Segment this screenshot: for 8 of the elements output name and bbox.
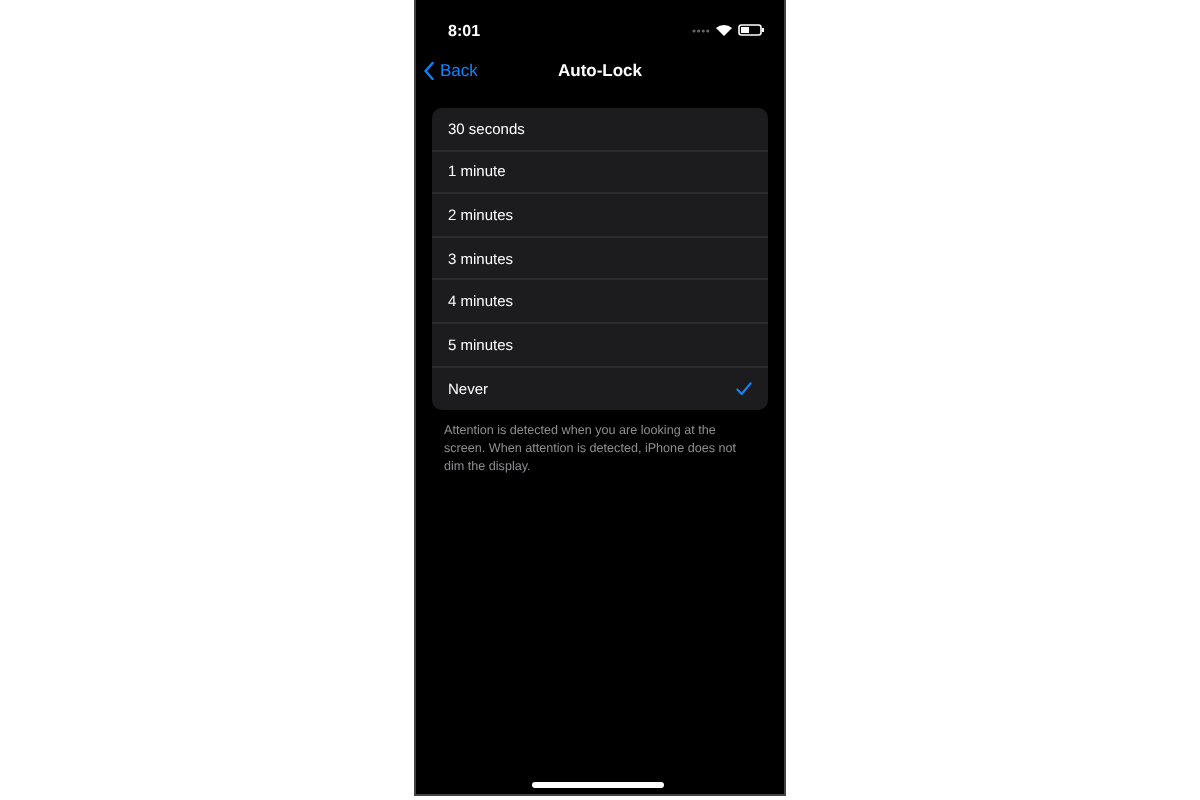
battery-icon (738, 24, 764, 36)
chevron-icon (424, 61, 434, 79)
signal-icon (692, 27, 710, 33)
back-button[interactable]: Back (416, 60, 478, 80)
screen-title: Auto-Lock (557, 60, 643, 80)
status-time: 8:01 (448, 21, 481, 39)
wifi-icon (716, 24, 732, 36)
home-indicator (532, 782, 664, 788)
